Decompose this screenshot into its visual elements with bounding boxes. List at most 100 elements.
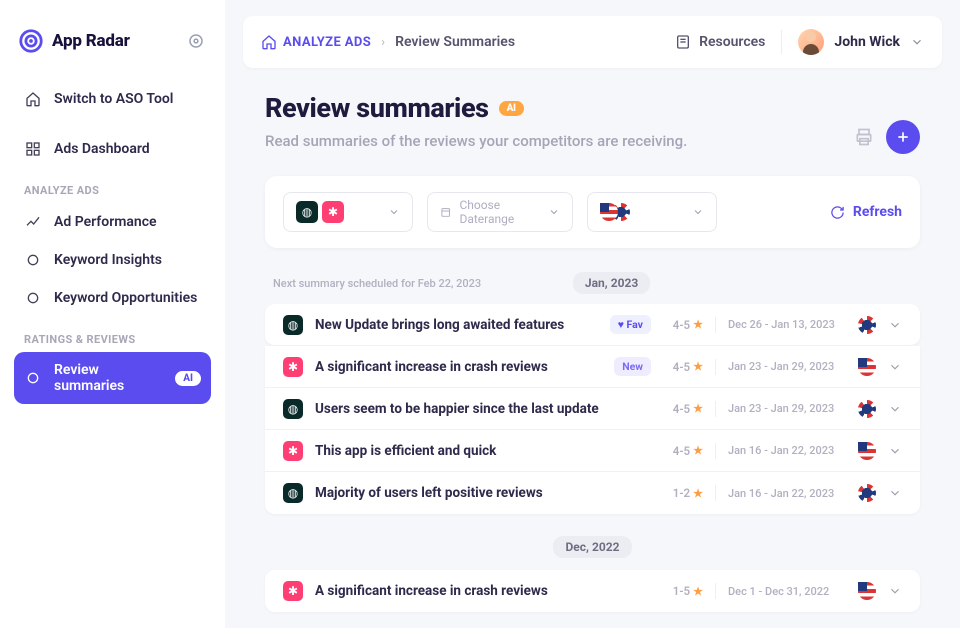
chevron-down-icon[interactable] <box>888 360 902 374</box>
circle-icon <box>24 369 42 387</box>
resources-link[interactable]: Resources <box>675 34 765 50</box>
flag-uk-icon <box>858 400 876 418</box>
nav-section-analyze: ANALYZE ADS <box>14 168 211 203</box>
refresh-button[interactable]: Refresh <box>830 204 902 220</box>
app-chip-green: ◍ <box>283 399 303 419</box>
page-title: Review summaries AI <box>265 92 854 124</box>
app-chip-pink: ✱ <box>322 201 344 223</box>
schedule-text: Next summary scheduled for Feb 22, 2023 <box>273 277 481 290</box>
country-selector[interactable] <box>587 192 717 232</box>
flag-us-icon <box>858 358 876 376</box>
summary-title: This app is efficient and quick <box>315 443 599 459</box>
nav-keyword-insights[interactable]: Keyword Insights <box>14 241 211 279</box>
nav-keyword-opportunities[interactable]: Keyword Opportunities <box>14 279 211 317</box>
ai-badge: AI <box>175 371 201 386</box>
home-icon <box>24 90 42 108</box>
fav-badge: ♥ Fav <box>610 315 651 334</box>
nav-label: Switch to ASO Tool <box>54 91 173 107</box>
date-range: Jan 23 - Jan 29, 2023 <box>728 402 846 415</box>
breadcrumb: ANALYZE ADS › Review Summaries <box>261 34 515 50</box>
summary-row[interactable]: ✱ A significant increase in crash review… <box>265 346 920 388</box>
chevron-down-icon <box>692 206 704 218</box>
summary-title: A significant increase in crash reviews <box>315 359 602 375</box>
brand: App Radar <box>14 28 211 54</box>
avatar <box>798 29 824 55</box>
circle-icon <box>24 251 42 269</box>
nav-label: Ad Performance <box>54 214 157 230</box>
app-chip-pink: ✱ <box>283 441 303 461</box>
chevron-down-icon[interactable] <box>888 318 902 332</box>
date-range: Jan 23 - Jan 29, 2023 <box>728 360 846 373</box>
rating: 4-5 ★ <box>663 360 703 374</box>
trend-icon <box>24 213 42 231</box>
nav-switch-aso[interactable]: Switch to ASO Tool <box>14 80 211 118</box>
date-range: Dec 1 - Dec 31, 2022 <box>728 585 846 598</box>
user-menu[interactable]: John Wick <box>798 29 924 55</box>
filter-bar: ◍ ✱ Choose Daterange <box>265 176 920 248</box>
chevron-down-icon <box>388 206 400 218</box>
flag-us-icon <box>858 442 876 460</box>
page-subtitle: Read summaries of the reviews your compe… <box>265 132 854 150</box>
chevron-down-icon <box>548 206 560 218</box>
date-range: Jan 16 - Jan 22, 2023 <box>728 444 846 457</box>
chevron-down-icon[interactable] <box>888 402 902 416</box>
divider <box>781 30 782 54</box>
flag-uk-icon <box>858 316 876 334</box>
user-name: John Wick <box>834 34 900 50</box>
summary-row[interactable]: ◍ New Update brings long awaited feature… <box>265 304 920 346</box>
breadcrumb-page: Review Summaries <box>395 34 515 50</box>
rating: 4-5 ★ <box>663 402 703 416</box>
summary-row[interactable]: ✱ This app is efficient and quick 4-5 ★ … <box>265 430 920 472</box>
app-chip-green: ◍ <box>283 483 303 503</box>
rating: 1-5 ★ <box>663 584 703 598</box>
nav-label: Keyword Opportunities <box>54 290 197 306</box>
print-icon[interactable] <box>854 127 874 147</box>
app-chip-green: ◍ <box>283 315 303 335</box>
topbar: ANALYZE ADS › Review Summaries Resources… <box>243 16 942 68</box>
flag-uk-icon <box>858 484 876 502</box>
summary-row[interactable]: ◍ Majority of users left positive review… <box>265 472 920 514</box>
sidebar: App Radar Switch to ASO Tool Ads Dashboa… <box>0 0 225 628</box>
dashboard-icon <box>24 140 42 158</box>
app-chip-pink: ✱ <box>283 357 303 377</box>
add-button[interactable] <box>886 120 920 154</box>
app-chip-pink: ✱ <box>283 581 303 601</box>
app-selector[interactable]: ◍ ✱ <box>283 192 413 232</box>
nav-label: Review summaries <box>54 362 159 394</box>
gear-icon[interactable] <box>187 32 205 50</box>
nav-section-ratings: RATINGS & REVIEWS <box>14 317 211 352</box>
chevron-down-icon[interactable] <box>888 444 902 458</box>
ai-badge: AI <box>499 101 524 116</box>
nav-ad-performance[interactable]: Ad Performance <box>14 203 211 241</box>
brand-name: App Radar <box>52 31 130 51</box>
summary-title: Users seem to be happier since the last … <box>315 401 599 417</box>
chevron-down-icon[interactable] <box>888 486 902 500</box>
summary-list: ◍ New Update brings long awaited feature… <box>265 304 920 514</box>
summary-title: New Update brings long awaited features <box>315 317 598 333</box>
rating: 4-5 ★ <box>663 444 703 458</box>
summary-title: Majority of users left positive reviews <box>315 485 599 501</box>
summary-row[interactable]: ✱ A significant increase in crash review… <box>265 570 920 612</box>
summary-row[interactable]: ◍ Users seem to be happier since the las… <box>265 388 920 430</box>
daterange-selector[interactable]: Choose Daterange <box>427 192 573 232</box>
summary-title: A significant increase in crash reviews <box>315 583 599 599</box>
rating: 4-5 ★ <box>663 318 703 332</box>
date-range: Jan 16 - Jan 22, 2023 <box>728 487 846 500</box>
app-chip-green: ◍ <box>296 201 318 223</box>
nav-label: Keyword Insights <box>54 252 162 268</box>
date-range: Dec 26 - Jan 13, 2023 <box>728 318 846 331</box>
new-badge: New <box>614 357 651 376</box>
content: Review summaries AI Read summaries of th… <box>225 68 960 628</box>
chevron-right-icon: › <box>381 35 385 50</box>
main: ANALYZE ADS › Review Summaries Resources… <box>225 0 960 628</box>
nav-ads-dashboard[interactable]: Ads Dashboard <box>14 130 211 168</box>
app-radar-logo <box>18 28 44 54</box>
chevron-down-icon <box>910 35 924 49</box>
circle-icon <box>24 289 42 307</box>
nav-review-summaries[interactable]: Review summaries AI <box>14 352 211 404</box>
breadcrumb-root[interactable]: ANALYZE ADS <box>261 34 371 50</box>
month-label: Dec, 2022 <box>553 536 631 558</box>
chevron-down-icon[interactable] <box>888 584 902 598</box>
flag-us-icon <box>858 582 876 600</box>
month-label: Jan, 2023 <box>573 272 650 294</box>
